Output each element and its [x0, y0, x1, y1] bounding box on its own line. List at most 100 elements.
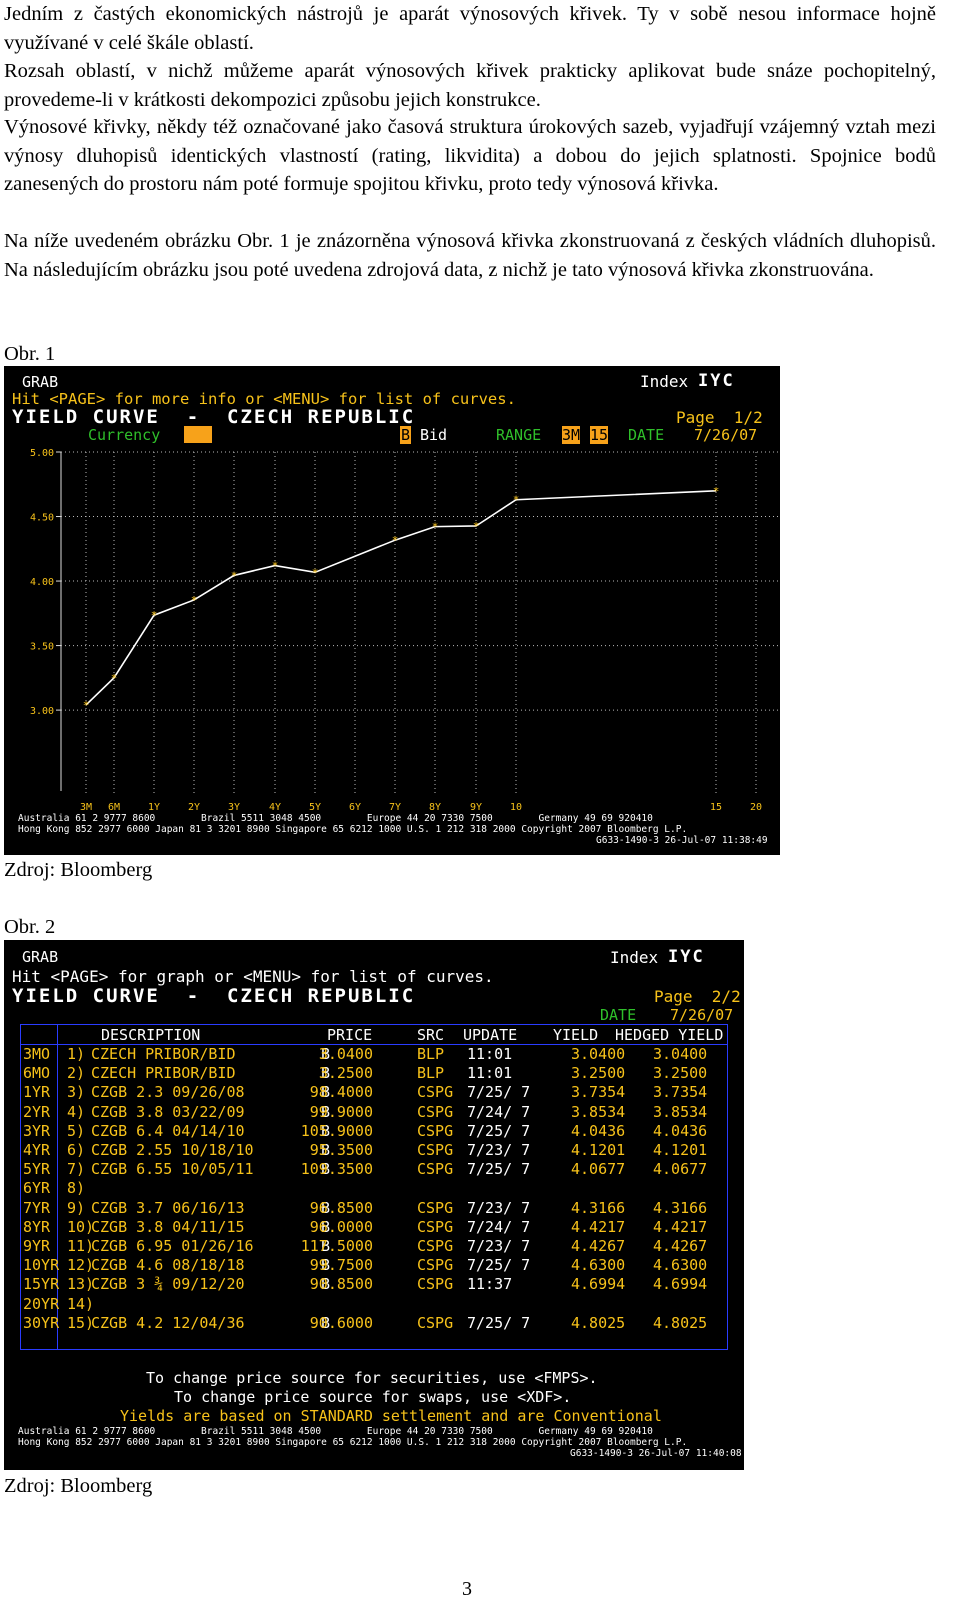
row-description: CZECH PRIBOR/BID: [91, 1064, 236, 1083]
row-update: 11:01: [467, 1045, 513, 1063]
row-term: 15YR: [23, 1275, 60, 1294]
data-point-marker: *: [513, 494, 520, 507]
row-yield: 4.4267: [571, 1237, 626, 1255]
row-update: 7/25/ 7: [467, 1256, 531, 1275]
x-tick-label: 6Y: [349, 802, 361, 813]
row-source: CSPG: [417, 1217, 454, 1236]
row-price: 90.6000: [309, 1313, 373, 1332]
table-row[interactable]: 1YR 3) CZGB 2.3 09/26/08 B 98.4000 CSPG 7/25/ …: [21, 1083, 727, 1102]
row-number: 8): [67, 1179, 86, 1198]
screen-title: YIELD CURVE - CZECH REPUBLIC: [12, 985, 416, 1007]
table-row[interactable]: 15YR 13) CZGB 3 ¾ 09/12/20 B 90.8500 CSPG 11:3…: [21, 1275, 727, 1294]
paragraph-scope: Rozsah oblastí, v nichž můžeme aparát vý…: [4, 60, 936, 111]
figure2-source: Zdroj: Bloomberg: [4, 1475, 153, 1497]
table-row[interactable]: 9YR 11) CZGB 6.95 01/26/16 B 117.5000 CSPG 7/2…: [21, 1237, 727, 1256]
row-source: CSPG: [417, 1256, 454, 1275]
row-update: 7/23/ 7: [467, 1198, 531, 1217]
date-value: 7/26/07: [670, 1006, 734, 1024]
contact-footer-line2: Hong Kong 852 2977 6000 Japan 81 3 3201 …: [18, 824, 688, 835]
y-tick-label: 4.50: [30, 513, 54, 524]
table-row[interactable]: 30YR 15) CZGB 4.2 12/04/36 B 90.6000 CSPG 7/25…: [21, 1314, 727, 1333]
row-description: CZGB 3.8 03/22/09: [91, 1102, 245, 1121]
row-number: 9): [67, 1198, 86, 1217]
row-description: CZGB 6.4 04/14/10: [91, 1121, 245, 1140]
row-price: 3.0400: [318, 1045, 373, 1063]
row-term: 3MO: [23, 1045, 51, 1063]
row-price: 117.5000: [300, 1237, 373, 1255]
page-indicator: Page 2/2: [654, 987, 741, 1006]
table-row[interactable]: 10YR 12) CZGB 4.6 08/18/18 B 99.7500 CSPG 7/25…: [21, 1256, 727, 1275]
row-yield: 3.8534: [571, 1102, 626, 1121]
row-hedged-yield: 4.8025: [653, 1313, 708, 1332]
row-update: 7/23/ 7: [467, 1141, 531, 1159]
contact-footer-line1: Australia 61 2 9777 8600 Brazil 5511 304…: [18, 1426, 653, 1437]
paragraph-figure-reference: Na níže uvedeném obrázku Obr. 1 je znázo…: [4, 230, 936, 281]
row-price: 95.3500: [309, 1141, 373, 1159]
row-number: 14): [67, 1294, 95, 1313]
row-term: 6MO: [23, 1064, 51, 1083]
row-term: 30YR: [23, 1313, 60, 1332]
header-hedged-yield: HEDGED YIELD: [615, 1026, 724, 1044]
row-update: 11:37: [467, 1275, 513, 1294]
row-source: CSPG: [417, 1141, 454, 1159]
data-point-marker: *: [392, 534, 399, 547]
row-description: CZGB 3.8 04/11/15: [91, 1217, 245, 1236]
table-row[interactable]: 4YR 6) CZGB 2.55 10/18/10 B 95.3500 CSPG 7/23/…: [21, 1141, 727, 1160]
y-tick-label: 3.00: [30, 706, 54, 717]
row-number: 1): [67, 1045, 86, 1063]
row-price: 109.3500: [300, 1160, 373, 1179]
x-tick-label: 7Y: [389, 802, 401, 813]
row-price: 96.8500: [309, 1198, 373, 1217]
row-description: CZGB 4.2 12/04/36: [91, 1313, 245, 1332]
row-source: CSPG: [417, 1102, 454, 1121]
x-tick-label: 5Y: [309, 802, 321, 813]
row-update: 7/23/ 7: [467, 1237, 531, 1255]
figure2-caption: Obr. 2: [4, 916, 56, 938]
grab-label: GRAB: [22, 948, 59, 966]
table-row[interactable]: 3MO 1) CZECH PRIBOR/BID B 3.0400 BLP 11:01 3.04…: [21, 1045, 727, 1064]
row-yield: 3.7354: [571, 1083, 626, 1102]
row-yield: 4.6994: [571, 1275, 626, 1294]
row-hedged-yield: 4.0677: [653, 1160, 708, 1179]
yield-curve-line: [85, 489, 717, 706]
row-hedged-yield: 4.6300: [653, 1256, 708, 1275]
row-term: 9YR: [23, 1237, 51, 1255]
row-update: 7/24/ 7: [467, 1102, 531, 1121]
contact-footer-line2: Hong Kong 852 2977 6000 Japan 81 3 3201 …: [18, 1437, 688, 1448]
x-tick-label: 10: [510, 802, 522, 813]
row-update: 7/25/ 7: [467, 1083, 531, 1102]
timestamp-footer: G633-1490-3 26-Jul-07 11:38:49: [596, 835, 768, 846]
row-term: 5YR: [23, 1160, 51, 1179]
figure1-source: Zdroj: Bloomberg: [4, 859, 153, 881]
row-hedged-yield: 4.6994: [653, 1275, 708, 1294]
data-point-marker: *: [83, 699, 90, 712]
table-row[interactable]: 6MO 2) CZECH PRIBOR/BID B 3.2500 BLP 11:01 3.25…: [21, 1064, 727, 1083]
data-point-marker: *: [473, 520, 480, 533]
table-row[interactable]: 3YR 5) CZGB 6.4 04/14/10 B 105.9000 CSPG 7/25/…: [21, 1122, 727, 1141]
table-row[interactable]: 6YR 8): [21, 1179, 727, 1198]
row-update: 7/25/ 7: [467, 1121, 531, 1140]
x-tick-label: 1Y: [148, 802, 160, 813]
table-row[interactable]: 20YR 14): [21, 1295, 727, 1314]
index-label: Index: [610, 948, 659, 967]
bloomberg-graph-screen: GRAB Index IYC Hit <PAGE> for more info …: [4, 366, 780, 855]
header-update: UPDATE: [463, 1026, 518, 1044]
table-row[interactable]: 7YR 9) CZGB 3.7 06/16/13 B 96.8500 CSPG 7/23/ …: [21, 1199, 727, 1218]
row-description: CZGB 4.6 08/18/18: [91, 1256, 245, 1275]
index-code: IYC: [668, 947, 705, 967]
row-yield: 4.8025: [571, 1313, 626, 1332]
table-row[interactable]: 5YR 7) CZGB 6.55 10/05/11 B 109.3500 CSPG 7/25…: [21, 1160, 727, 1179]
x-tick-label: 15: [710, 802, 722, 813]
row-description: CZGB 3.7 06/16/13: [91, 1198, 245, 1217]
row-hedged-yield: 3.7354: [653, 1083, 708, 1102]
row-description: CZGB 2.55 10/18/10: [91, 1141, 254, 1159]
data-point-marker: *: [272, 560, 279, 573]
contact-footer-line1: Australia 61 2 9777 8600 Brazil 5511 304…: [18, 813, 653, 824]
table-row[interactable]: 8YR 10) CZGB 3.8 04/11/15 B 96.0000 CSPG 7/24/…: [21, 1218, 727, 1237]
data-point-marker: *: [231, 569, 238, 582]
row-price: 105.9000: [300, 1121, 373, 1140]
paragraph-intro: Jedním z častých ekonomických nástrojů j…: [4, 3, 936, 54]
table-row[interactable]: 2YR 4) CZGB 3.8 03/22/09 B 99.9000 CSPG 7/24/ …: [21, 1103, 727, 1122]
figure1-caption: Obr. 1: [4, 343, 56, 365]
row-term: 3YR: [23, 1121, 51, 1140]
